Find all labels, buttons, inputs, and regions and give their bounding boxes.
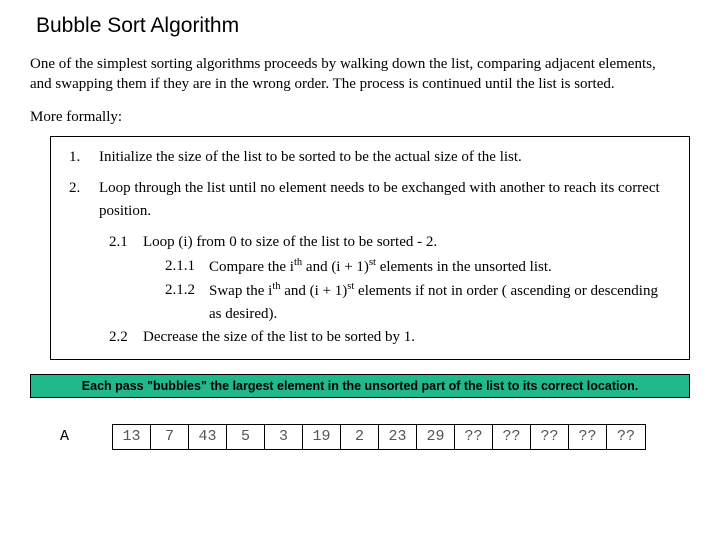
array-cell: 29 xyxy=(417,425,455,449)
step-number: 2.1.1 xyxy=(165,255,209,279)
array-cell: 3 xyxy=(265,425,303,449)
step-2-1-1: 2.1.1 Compare the ith and (i + 1)st elem… xyxy=(165,255,671,279)
formal-label: More formally: xyxy=(0,95,720,126)
step-2-2: 2.2 Decrease the size of the list to be … xyxy=(109,326,671,349)
algorithm-box: 1. Initialize the size of the list to be… xyxy=(50,136,690,360)
array-cell: ?? xyxy=(607,425,645,449)
step-2-1: 2.1 Loop (i) from 0 to size of the list … xyxy=(109,231,671,254)
step-2-1-2: 2.1.2 Swap the ith and (i + 1)st element… xyxy=(165,279,671,325)
array-cell: ?? xyxy=(493,425,531,449)
array-cells: 13 7 43 5 3 19 2 23 29 ?? ?? ?? ?? ?? xyxy=(112,424,646,450)
array-cell: ?? xyxy=(455,425,493,449)
step-text: Loop (i) from 0 to size of the list to b… xyxy=(143,231,671,254)
array-cell: 7 xyxy=(151,425,189,449)
array-cell: ?? xyxy=(531,425,569,449)
step-1: 1. Initialize the size of the list to be… xyxy=(69,146,671,169)
step-text: Decrease the size of the list to be sort… xyxy=(143,326,671,349)
page-title: Bubble Sort Algorithm xyxy=(0,0,720,38)
array-cell: 5 xyxy=(227,425,265,449)
step-text: Compare the ith and (i + 1)st elements i… xyxy=(209,255,671,279)
array-cell: ?? xyxy=(569,425,607,449)
step-number: 2.1 xyxy=(109,231,143,254)
step-number: 2.2 xyxy=(109,326,143,349)
array-label: A xyxy=(60,428,112,445)
array-cell: 19 xyxy=(303,425,341,449)
step-2: 2. Loop through the list until no elemen… xyxy=(69,177,671,222)
array-visual: A 13 7 43 5 3 19 2 23 29 ?? ?? ?? ?? ?? xyxy=(60,424,720,450)
step-number: 2. xyxy=(69,177,99,222)
step-text: Swap the ith and (i + 1)st elements if n… xyxy=(209,279,671,325)
step-text: Loop through the list until no element n… xyxy=(99,177,671,222)
intro-paragraph: One of the simplest sorting algorithms p… xyxy=(0,38,720,95)
step-text: Initialize the size of the list to be so… xyxy=(99,146,671,169)
step-number: 2.1.2 xyxy=(165,279,209,325)
step-number: 1. xyxy=(69,146,99,169)
array-cell: 43 xyxy=(189,425,227,449)
array-cell: 13 xyxy=(113,425,151,449)
highlight-bar: Each pass "bubbles" the largest element … xyxy=(30,374,690,398)
array-cell: 2 xyxy=(341,425,379,449)
array-cell: 23 xyxy=(379,425,417,449)
